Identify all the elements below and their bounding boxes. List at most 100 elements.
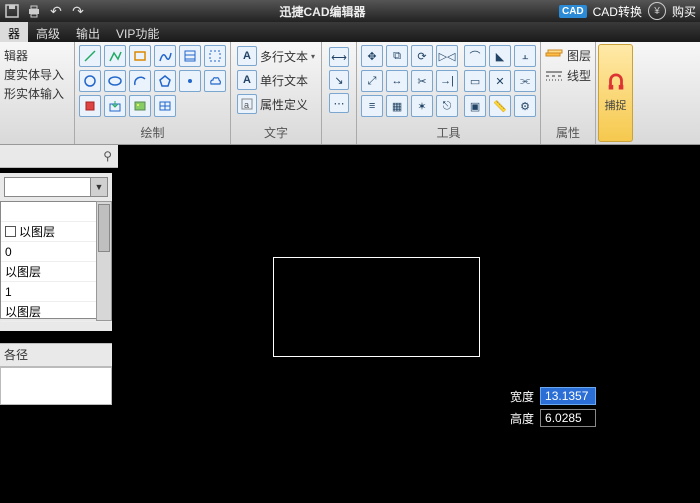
menu-output[interactable]: 输出 bbox=[68, 22, 108, 42]
side-item[interactable]: 辑器 bbox=[4, 47, 66, 64]
titlebar-left-icons: ↶ ↷ bbox=[4, 3, 86, 19]
side-item[interactable]: 度实体导入 bbox=[4, 66, 66, 83]
region-icon[interactable] bbox=[204, 45, 226, 67]
cad-badge-icon: CAD bbox=[559, 5, 587, 18]
mirror-icon[interactable]: ▷◁ bbox=[436, 45, 458, 67]
snap-button[interactable]: 捕捉 bbox=[598, 44, 633, 142]
scrollbar[interactable] bbox=[96, 201, 112, 321]
group-icon[interactable]: ▣ bbox=[464, 95, 486, 117]
arc-icon[interactable] bbox=[129, 70, 151, 92]
list-item[interactable] bbox=[1, 202, 111, 222]
image-icon[interactable] bbox=[129, 95, 151, 117]
hatch-icon[interactable] bbox=[179, 45, 201, 67]
dimensions-readout: 宽度 13.1357 高度 6.0285 bbox=[510, 387, 596, 431]
polyline-icon[interactable] bbox=[104, 45, 126, 67]
misc-icon[interactable]: ⋯ bbox=[329, 93, 349, 113]
ribbon-sep-group: ⟷ ↘ ⋯ bbox=[322, 42, 357, 144]
attr-def-button[interactable]: a 属性定义 bbox=[235, 93, 317, 115]
copy-icon[interactable]: ⧉ bbox=[386, 45, 408, 67]
attrdef-icon: a bbox=[237, 94, 257, 114]
checkbox[interactable] bbox=[5, 226, 16, 237]
menu-vip[interactable]: VIP功能 bbox=[108, 22, 167, 42]
move-icon[interactable]: ✥ bbox=[361, 45, 383, 67]
line-icon[interactable] bbox=[79, 45, 101, 67]
draw-icons bbox=[79, 45, 226, 122]
group-label bbox=[326, 139, 352, 144]
ellipse-icon[interactable] bbox=[104, 70, 126, 92]
extend-icon[interactable]: →| bbox=[436, 70, 458, 92]
trim-icon[interactable]: ✂ bbox=[411, 70, 433, 92]
multiline-text-button[interactable]: A 多行文本 ▾ bbox=[235, 45, 317, 67]
drawing-canvas[interactable]: 宽度 13.1357 高度 6.0285 bbox=[118, 145, 700, 503]
group-label: 工具 bbox=[361, 122, 536, 144]
leader-icon[interactable]: ↘ bbox=[329, 70, 349, 90]
menu-advanced[interactable]: 高级 bbox=[28, 22, 68, 42]
width-label: 宽度 bbox=[510, 388, 534, 405]
titlebar: ↶ ↷ 迅捷CAD编辑器 CAD CAD转换 ¥ 购买 bbox=[0, 0, 700, 22]
snap-label: 捕捉 bbox=[605, 97, 627, 113]
fillet-icon[interactable]: ⌒ bbox=[464, 45, 486, 67]
dim-icon[interactable]: ⟷ bbox=[329, 47, 349, 67]
panel-combo[interactable]: ▼ bbox=[4, 177, 108, 197]
panel-pin-row: ⚲ bbox=[0, 145, 118, 168]
insert-icon[interactable] bbox=[104, 95, 126, 117]
singletext-icon: A bbox=[237, 70, 257, 90]
multitext-icon: A bbox=[237, 46, 257, 66]
group-label: 属性 bbox=[545, 122, 591, 144]
block-icon[interactable] bbox=[79, 95, 101, 117]
layer-icon bbox=[545, 49, 563, 63]
scale-icon[interactable]: ⤢ bbox=[361, 70, 383, 92]
singleline-text-button[interactable]: A 单行文本 bbox=[235, 69, 317, 91]
side-panel: ▼ 以图层 0 以图层 1 以图层 bbox=[0, 173, 112, 331]
redo-icon[interactable]: ↷ bbox=[70, 3, 86, 19]
undo-icon[interactable]: ↶ bbox=[48, 3, 64, 19]
spline-icon[interactable] bbox=[154, 45, 176, 67]
list-item[interactable]: 1 bbox=[1, 282, 111, 302]
section2-header: 各径 bbox=[0, 343, 112, 367]
offset-icon[interactable]: ≡ bbox=[361, 95, 383, 117]
menu-editor[interactable]: 器 bbox=[0, 22, 28, 42]
props-icon[interactable]: ⚙ bbox=[514, 95, 536, 117]
titlebar-right: CAD CAD转换 ¥ 购买 bbox=[559, 2, 696, 20]
list-item[interactable]: 以图层 bbox=[1, 302, 111, 322]
explode-icon[interactable]: ✶ bbox=[411, 95, 433, 117]
polygon-icon[interactable] bbox=[154, 70, 176, 92]
stretch-icon[interactable]: ↔ bbox=[386, 70, 408, 92]
align-icon[interactable]: ⫠ bbox=[514, 45, 536, 67]
measure-icon[interactable]: 📏 bbox=[489, 95, 511, 117]
join-icon[interactable]: ⫘ bbox=[514, 70, 536, 92]
yen-icon: ¥ bbox=[648, 2, 666, 20]
ribbon-side-list: 辑器 度实体导入 形实体输入 bbox=[4, 45, 66, 102]
height-value[interactable]: 6.0285 bbox=[540, 409, 596, 427]
ribbon-text-group: A 多行文本 ▾ A 单行文本 a 属性定义 文字 bbox=[231, 42, 322, 144]
linetype-icon bbox=[545, 69, 563, 83]
layer-button[interactable]: 图层 bbox=[545, 47, 591, 64]
save-icon[interactable] bbox=[4, 3, 20, 19]
linetype-button[interactable]: 线型 bbox=[545, 67, 591, 84]
side-item[interactable]: 形实体输入 bbox=[4, 85, 66, 102]
circle-icon[interactable] bbox=[79, 70, 101, 92]
buy-link[interactable]: 购买 bbox=[672, 3, 696, 20]
scrollbar-thumb[interactable] bbox=[98, 204, 110, 252]
print-icon[interactable] bbox=[26, 3, 42, 19]
section2-body[interactable] bbox=[0, 367, 112, 405]
ribbon-tools-group: ✥ ⧉ ⟳ ▷◁ ⤢ ↔ ✂ →| ≡ ▦ ✶ ⎋ ⌒ ◣ ⫠ ▭ ✕ ⫘ ▣ bbox=[357, 42, 541, 144]
rotate-icon[interactable]: ⟳ bbox=[411, 45, 433, 67]
chamfer-icon[interactable]: ◣ bbox=[489, 45, 511, 67]
pin-icon[interactable]: ⚲ bbox=[103, 149, 112, 163]
cad-convert-link[interactable]: CAD转换 bbox=[593, 3, 642, 20]
erase-icon[interactable]: ✕ bbox=[489, 70, 511, 92]
width-value[interactable]: 13.1357 bbox=[540, 387, 596, 405]
select-icon[interactable]: ▭ bbox=[464, 70, 486, 92]
app-title: 迅捷CAD编辑器 bbox=[90, 3, 555, 20]
rect-icon[interactable] bbox=[129, 45, 151, 67]
cloud-icon[interactable] bbox=[204, 70, 226, 92]
point-icon[interactable] bbox=[179, 70, 201, 92]
list-item[interactable]: 0 bbox=[1, 242, 111, 262]
list-item[interactable]: 以图层 bbox=[1, 262, 111, 282]
table-icon[interactable] bbox=[154, 95, 176, 117]
array-icon[interactable]: ▦ bbox=[386, 95, 408, 117]
list-item[interactable]: 以图层 bbox=[1, 222, 111, 242]
drawn-rectangle[interactable] bbox=[273, 257, 480, 357]
break-icon[interactable]: ⎋ bbox=[436, 95, 458, 117]
